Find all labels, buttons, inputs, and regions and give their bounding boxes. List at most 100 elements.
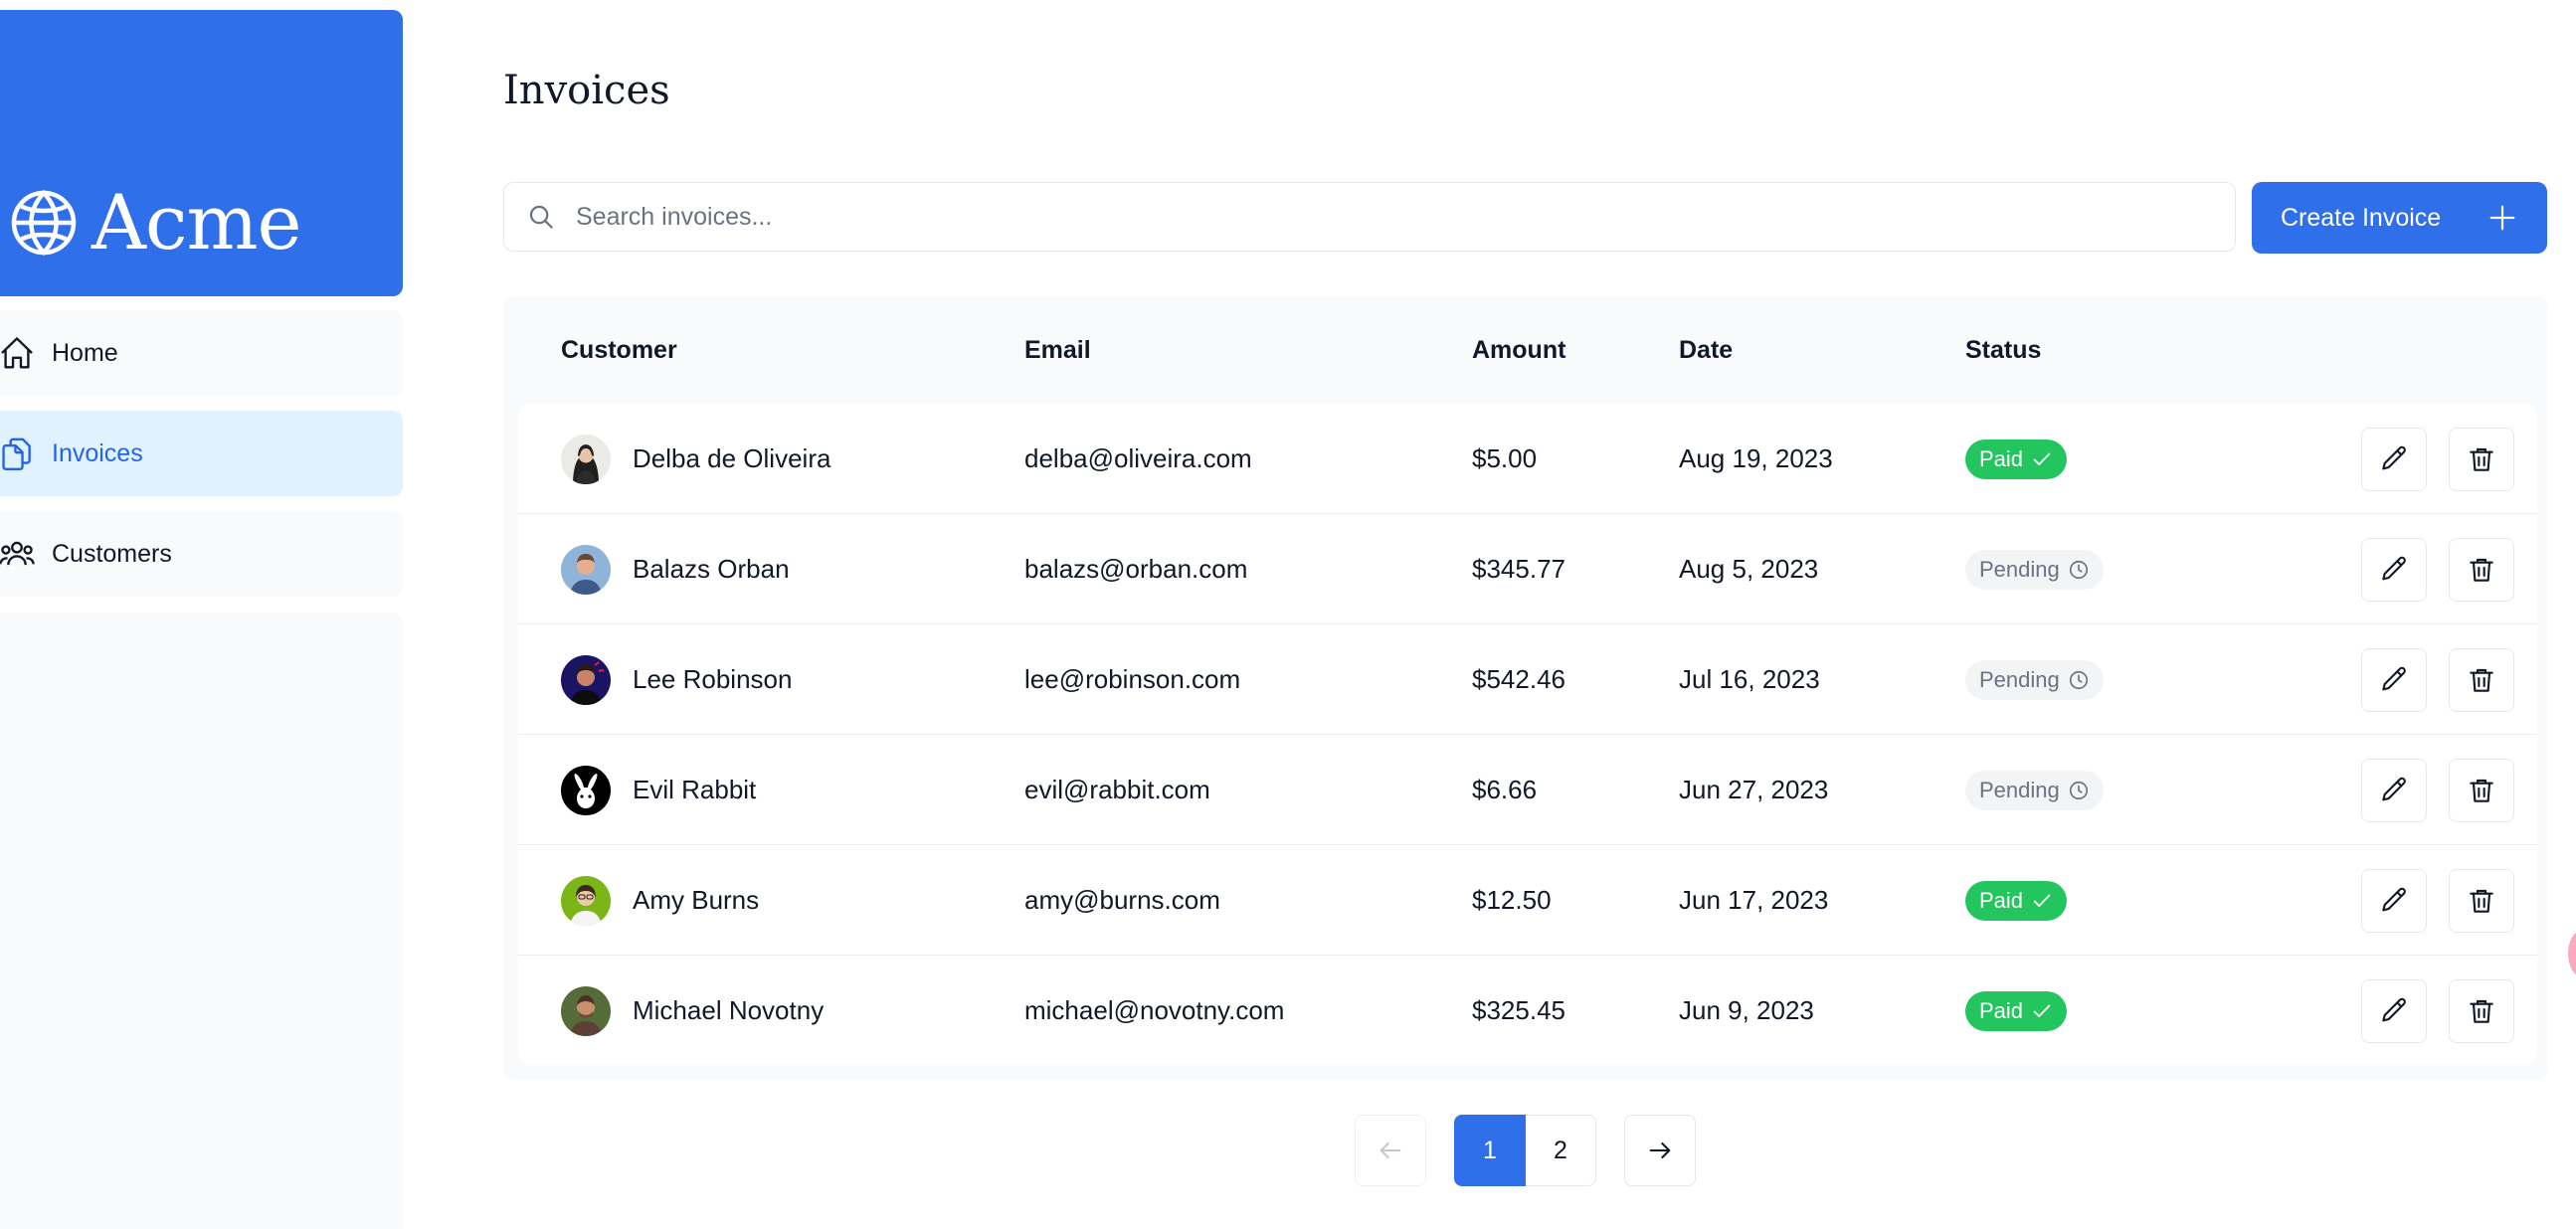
table-row: Lee Robinson lee@robinson.com $542.46 Ju… [518,624,2537,735]
table-body: Delba de Oliveira delba@oliveira.com $5.… [518,404,2537,1064]
check-icon [2033,452,2051,465]
amount-cell: $345.77 [1472,554,1565,584]
search-bar[interactable] [503,182,2236,252]
avatar [561,765,611,815]
delete-invoice-button[interactable] [2449,538,2514,602]
customer-cell: Amy Burns [561,845,759,956]
email-cell: michael@novotny.com [1024,995,1285,1025]
email-cell: lee@robinson.com [1024,664,1241,694]
trash-icon [2470,999,2493,1023]
delete-invoice-button[interactable] [2449,428,2514,491]
status-badge-paid: Paid [1965,990,2068,1031]
clock-icon [2069,781,2088,799]
sidebar-filler [0,613,403,1229]
customer-name: Michael Novotny [633,995,825,1025]
date-cell: Jul 16, 2023 [1679,664,1820,694]
status-cell: Pending [1965,514,2104,624]
status-cell: Pending [1965,624,2104,735]
amount-cell: $5.00 [1472,443,1538,473]
pencil-icon [2382,887,2406,912]
trash-icon [2470,447,2493,471]
check-icon [2033,1004,2051,1017]
column-header-email: Email [1024,336,1091,364]
brand-logo[interactable]: Acme [0,10,403,296]
customer-name: Balazs Orban [633,554,790,584]
document-duplicate-icon [2,438,31,471]
date-cell: Aug 5, 2023 [1679,554,1819,584]
customer-name: Evil Rabbit [633,775,757,804]
amount-cell: $6.66 [1472,775,1538,804]
edit-invoice-button[interactable] [2361,428,2427,491]
sidebar-item-label: Invoices [52,439,143,467]
globe-icon [11,189,77,257]
table-row: Delba de Oliveira delba@oliveira.com $5.… [518,404,2537,514]
create-invoice-label: Create Invoice [2281,203,2442,232]
clock-icon [2069,670,2088,689]
status-badge-paid: Paid [1965,880,2068,921]
pagination-prev-button[interactable] [1355,1115,1426,1186]
column-header-customer: Customer [561,336,677,364]
status-label: Pending [1979,666,2060,692]
edit-invoice-button[interactable] [2361,759,2427,822]
brand-name: Acme [92,178,301,266]
table-header: Customer Email Amount Date Status [503,296,2547,404]
clock-icon [2069,560,2088,579]
table-row: Balazs Orban balazs@orban.com $345.77 Au… [518,514,2537,624]
pencil-icon [2382,666,2406,691]
avatar [561,434,611,484]
avatar [561,875,611,926]
amount-cell: $542.46 [1472,664,1565,694]
avatar [561,985,611,1036]
sidebar-item-label: Customers [52,539,172,568]
status-label: Pending [1979,556,2060,582]
amount-cell: $12.50 [1472,885,1552,915]
sidebar-item-customers[interactable]: Customers [0,511,403,597]
pencil-icon [2382,556,2406,581]
trash-icon [2470,889,2493,913]
customer-name: Lee Robinson [633,664,793,694]
status-cell: Paid [1965,956,2068,1064]
customer-cell: Lee Robinson [561,624,792,735]
column-header-status: Status [1965,336,2042,364]
amount-cell: $325.45 [1472,995,1565,1025]
sidebar-item-invoices[interactable]: Invoices [0,411,403,496]
delete-invoice-button[interactable] [2449,869,2514,933]
avatar [561,654,611,705]
pagination-next-button[interactable] [1624,1115,1696,1186]
date-cell: Aug 19, 2023 [1679,443,1833,473]
search-icon [529,205,553,229]
customer-cell: Michael Novotny [561,956,824,1064]
sidebar-item-home[interactable]: Home [0,310,403,396]
edit-invoice-button[interactable] [2361,869,2427,933]
column-header-amount: Amount [1472,336,1566,364]
pagination-page-1[interactable]: 1 [1454,1115,1526,1186]
create-invoice-button[interactable]: Create Invoice [2252,182,2547,254]
delete-invoice-button[interactable] [2449,759,2514,822]
delete-invoice-button[interactable] [2449,648,2514,712]
pencil-icon [2382,777,2406,801]
status-label: Paid [1979,887,2024,913]
edit-invoice-button[interactable] [2361,538,2427,602]
customer-cell: Delba de Oliveira [561,404,830,514]
edit-invoice-button[interactable] [2361,979,2427,1043]
pencil-icon [2382,997,2406,1022]
customer-cell: Evil Rabbit [561,735,756,845]
customer-name: Amy Burns [633,885,760,915]
pagination-page-2[interactable]: 2 [1526,1115,1596,1186]
status-badge-pending: Pending [1965,659,2104,700]
status-cell: Paid [1965,845,2068,956]
status-label: Paid [1979,997,2024,1023]
trash-icon [2470,668,2493,692]
delete-invoice-button[interactable] [2449,979,2514,1043]
pencil-icon [2382,445,2406,470]
date-cell: Jun 9, 2023 [1679,995,1814,1025]
email-cell: evil@rabbit.com [1024,775,1210,804]
email-cell: amy@burns.com [1024,885,1220,915]
edit-invoice-button[interactable] [2361,648,2427,712]
arrow-right-icon [1649,1141,1671,1159]
plus-icon [2489,205,2515,231]
user-group-icon [0,541,35,566]
search-input[interactable] [574,201,2169,233]
status-badge-pending: Pending [1965,549,2104,590]
date-cell: Jun 27, 2023 [1679,775,1829,804]
